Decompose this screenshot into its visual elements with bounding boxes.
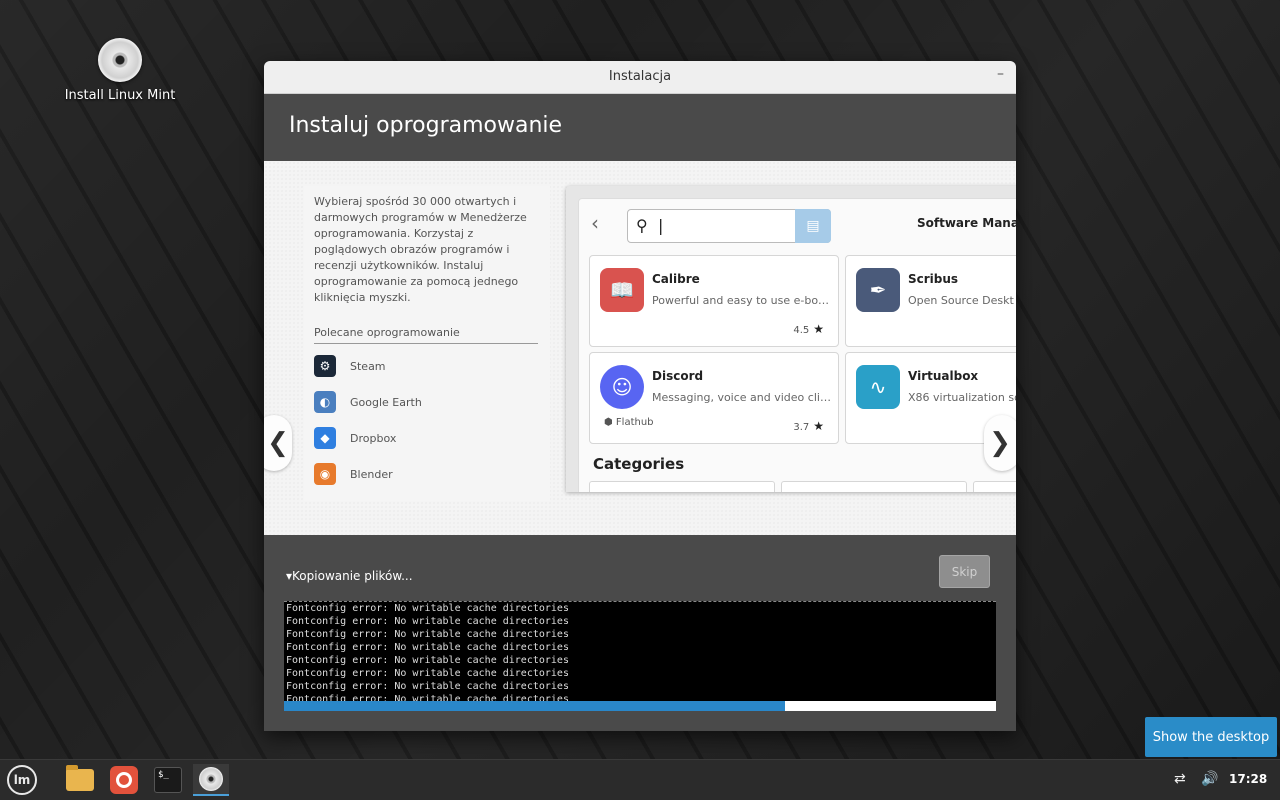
disc-icon (98, 38, 142, 82)
terminal-line: Fontconfig error: No writable cache dire… (286, 681, 569, 692)
recommended-list: ⚙ Steam ◐ Google Earth ◆ Dropbox ◉ Blender (314, 348, 422, 492)
app-name: Virtualbox (908, 369, 979, 383)
slideshow: Wybieraj spośród 30 000 otwartych i darm… (264, 161, 1016, 535)
recommended-item-label: Dropbox (350, 431, 397, 445)
flathub-icon: ⬢ (604, 417, 616, 428)
terminal-line: Fontconfig error: No writable cache dire… (286, 668, 569, 679)
installer-window: Instalacja – Instaluj oprogramowanie Wyb… (264, 61, 1016, 731)
volume-icon[interactable]: 🔊 (1201, 771, 1218, 787)
installer-icon (199, 767, 223, 791)
star-icon: ★ (813, 322, 824, 336)
terminal-launcher[interactable]: $_ (150, 764, 186, 796)
recommended-item-label: Blender (350, 467, 393, 481)
firefox-launcher[interactable] (106, 764, 142, 796)
app-rating-value: 3.7 (793, 422, 810, 433)
terminal-line: Fontconfig error: No writable cache dire… (286, 629, 569, 640)
firefox-icon (110, 766, 138, 794)
files-launcher[interactable] (62, 764, 98, 796)
list-view-icon: ▤ (795, 209, 831, 243)
terminal-icon: $_ (154, 767, 182, 793)
page-title: Instaluj oprogramowanie (289, 113, 563, 138)
terminal-line: Fontconfig error: No writable cache dire… (286, 642, 569, 653)
window-titlebar[interactable]: Instalacja – (264, 61, 1016, 94)
category-box (973, 481, 1016, 492)
recommended-item: ◉ Blender (314, 456, 422, 492)
files-icon (66, 765, 94, 791)
terminal-output: Fontconfig error: No writable cache dire… (284, 601, 996, 701)
recommended-item: ◐ Google Earth (314, 384, 422, 420)
recommended-title: Polecane oprogramowanie (314, 326, 538, 344)
app-rating: 4.5 ★ (793, 322, 824, 336)
search-caret: | (658, 216, 664, 235)
categories-heading: Categories (593, 455, 685, 473)
app-rating-value: 4.5 (793, 325, 810, 336)
app-source-label: Flathub (615, 417, 654, 428)
skip-button[interactable]: Skip (939, 555, 990, 588)
previous-slide-button[interactable]: ❮ (264, 415, 292, 471)
progress-status[interactable]: ▾Kopiowanie plików... (286, 569, 413, 583)
app-description: X86 virtualization so (908, 391, 1016, 404)
info-panel: Wybieraj spośród 30 000 otwartych i darm… (304, 186, 550, 501)
slide-description: Wybieraj spośród 30 000 otwartych i darm… (314, 195, 527, 304)
app-card: ✒ Scribus Open Source Deskt (845, 255, 1016, 347)
progress-bar (284, 701, 996, 711)
mint-menu-button[interactable]: lm (4, 764, 40, 796)
mint-menu-icon: lm (7, 765, 37, 795)
recommended-item-label: Google Earth (350, 395, 422, 409)
app-description: Open Source Deskt (908, 294, 1014, 307)
software-manager-window: ‹ ⚲ | ▤ Software Manag 📖 Calibre Powerful … (578, 198, 1016, 492)
show-desktop-button[interactable]: Show the desktop (1145, 717, 1277, 757)
progress-status-label: Kopiowanie plików... (292, 569, 413, 583)
app-card: ☺ Discord Messaging, voice and video cli… 3… (589, 352, 839, 444)
next-slide-button[interactable]: ❯ (984, 415, 1016, 471)
calibre-icon: 📖 (600, 268, 644, 312)
recommended-item: ⚙ Steam (314, 348, 422, 384)
terminal-line: Fontconfig error: No writable cache dire… (286, 603, 569, 614)
google-earth-icon: ◐ (314, 391, 336, 413)
minimize-button[interactable]: – (997, 66, 1004, 82)
category-box (589, 481, 775, 492)
recommended-item-label: Steam (350, 359, 386, 373)
category-box (781, 481, 967, 492)
discord-icon: ☺ (600, 365, 644, 409)
taskbar: lm $_ ⇄ 🔊 17:28 (0, 759, 1280, 800)
star-icon: ★ (813, 419, 824, 433)
app-description: Powerful and easy to use e-bo… (652, 294, 830, 307)
installer-task[interactable] (193, 764, 229, 796)
dropbox-icon: ◆ (314, 427, 336, 449)
steam-icon: ⚙ (314, 355, 336, 377)
recommended-item: ◆ Dropbox (314, 420, 422, 456)
clock[interactable]: 17:28 (1229, 772, 1267, 786)
app-name: Discord (652, 369, 704, 383)
search-icon: ⚲ (636, 216, 648, 235)
desktop-icon-install-linux-mint[interactable]: Install Linux Mint (60, 38, 180, 103)
sm-title: Software Manag (917, 216, 1016, 230)
app-rating: 3.7 ★ (793, 419, 824, 433)
app-card: 📖 Calibre Powerful and easy to use e-bo… 4.… (589, 255, 839, 347)
sm-toolbar: ‹ ⚲ | ▤ Software Manag (579, 199, 1016, 247)
window-title: Instalacja (608, 69, 672, 84)
progress-bar-fill (284, 701, 785, 711)
software-manager-screenshot: ‹ ⚲ | ▤ Software Manag 📖 Calibre Powerful … (566, 186, 1016, 492)
scribus-icon: ✒ (856, 268, 900, 312)
terminal-line: Fontconfig error: No writable cache dire… (286, 655, 569, 666)
terminal-line: Fontconfig error: No writable cache dire… (286, 616, 569, 627)
back-icon: ‹ (591, 211, 599, 235)
desktop-icon-label: Install Linux Mint (64, 88, 176, 103)
network-disconnected-icon[interactable]: ⇄ (1174, 771, 1186, 787)
app-source: ⬢ Flathub (604, 417, 654, 428)
terminal-line: Fontconfig error: No writable cache dire… (286, 694, 569, 701)
app-name: Scribus (908, 272, 959, 286)
app-description: Messaging, voice and video cli… (652, 391, 831, 404)
virtualbox-icon: ∿ (856, 365, 900, 409)
app-name: Calibre (652, 272, 700, 286)
blender-icon: ◉ (314, 463, 336, 485)
page-header: Instaluj oprogramowanie (264, 94, 1016, 161)
progress-area: ▾Kopiowanie plików... Skip Fontconfig er… (264, 535, 1016, 731)
